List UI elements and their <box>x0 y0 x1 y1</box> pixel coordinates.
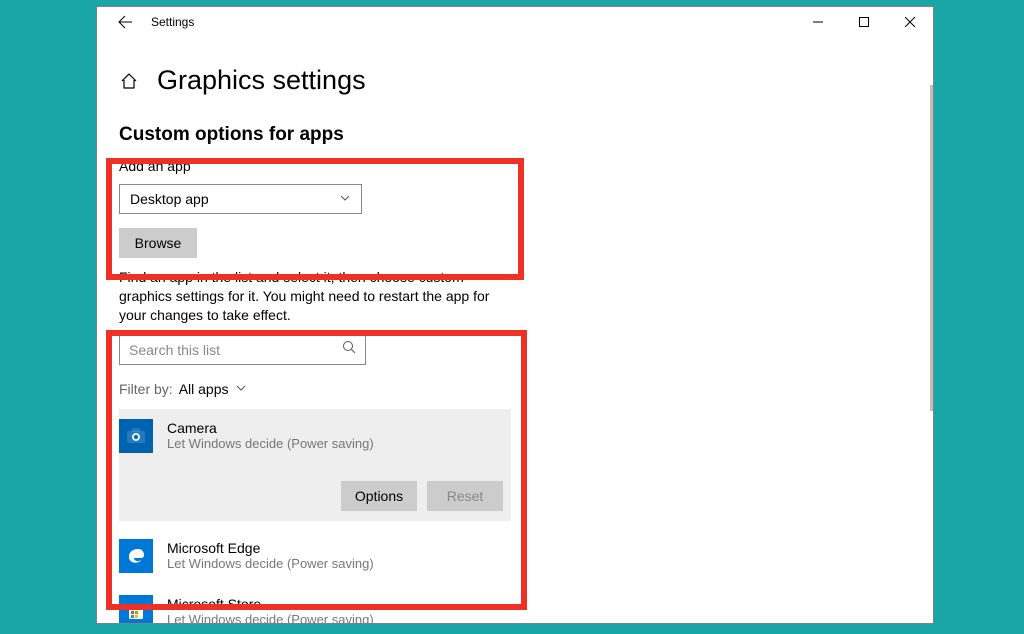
minimize-button[interactable] <box>795 7 841 37</box>
app-sub: Let Windows decide (Power saving) <box>167 556 374 571</box>
search-icon <box>342 340 356 359</box>
app-name: Microsoft Edge <box>167 540 374 556</box>
close-button[interactable] <box>887 7 933 37</box>
filter-prefix: Filter by: <box>119 381 173 397</box>
window-controls <box>795 7 933 37</box>
reset-button[interactable]: Reset <box>427 481 503 511</box>
app-type-select[interactable]: Desktop app <box>119 184 362 214</box>
page-header: Graphics settings <box>119 65 933 96</box>
browse-button[interactable]: Browse <box>119 228 197 258</box>
store-icon <box>119 595 153 623</box>
custom-options-subhead: Custom options for apps <box>119 124 511 146</box>
app-sub: Let Windows decide (Power saving) <box>167 612 374 623</box>
app-name: Camera <box>167 420 374 436</box>
edge-icon <box>119 539 153 573</box>
app-sub: Let Windows decide (Power saving) <box>167 436 374 451</box>
chevron-down-icon <box>339 191 351 207</box>
hint-text: Find an app in the list and select it, t… <box>119 268 511 325</box>
settings-window: Settings Graphics settings Custom option… <box>96 6 934 624</box>
search-box[interactable] <box>119 335 366 365</box>
titlebar: Settings <box>97 7 933 37</box>
search-input[interactable] <box>129 342 329 358</box>
maximize-button[interactable] <box>841 7 887 37</box>
page-title: Graphics settings <box>157 65 366 96</box>
list-item[interactable]: Microsoft Edge Let Windows decide (Power… <box>119 533 511 579</box>
app-name: Microsoft Store <box>167 596 374 612</box>
filter-value: All apps <box>179 381 229 397</box>
list-item[interactable]: Microsoft Store Let Windows decide (Powe… <box>119 589 511 623</box>
settings-column: Custom options for apps Add an app Deskt… <box>119 124 511 623</box>
options-button[interactable]: Options <box>341 481 417 511</box>
list-item[interactable]: Camera Let Windows decide (Power saving)… <box>119 409 511 521</box>
chevron-down-icon <box>235 381 247 397</box>
filter-dropdown[interactable]: Filter by: All apps <box>119 381 511 397</box>
app-list: Camera Let Windows decide (Power saving)… <box>119 409 511 623</box>
app-type-value: Desktop app <box>130 191 209 207</box>
camera-icon <box>119 419 153 453</box>
home-icon[interactable] <box>119 71 139 91</box>
item-actions: Options Reset <box>119 481 503 511</box>
app-title: Settings <box>151 15 194 29</box>
back-button[interactable] <box>115 12 135 32</box>
content-area: Graphics settings Custom options for app… <box>97 37 933 623</box>
add-app-label: Add an app <box>119 158 511 174</box>
scrollbar[interactable] <box>930 85 933 411</box>
